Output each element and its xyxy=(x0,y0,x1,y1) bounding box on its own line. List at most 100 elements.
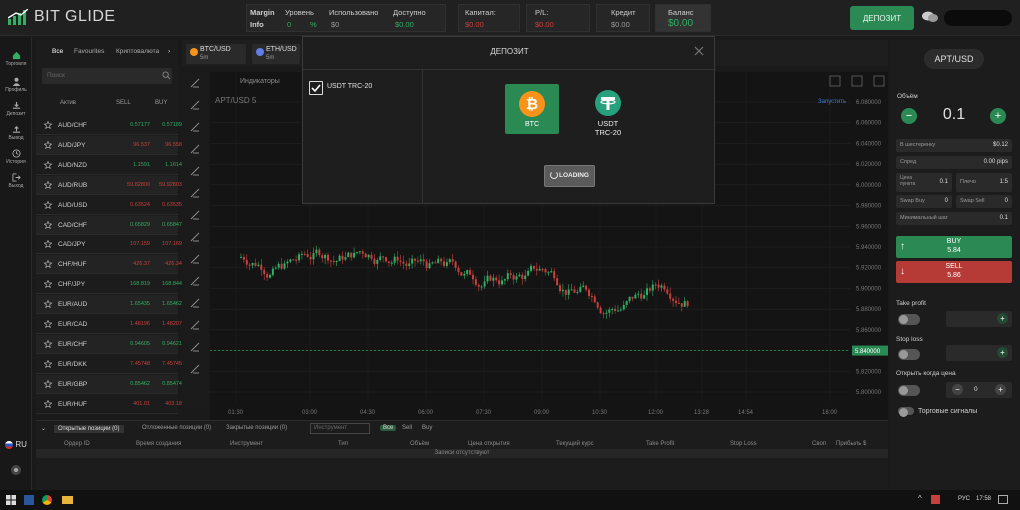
folder-app-icon[interactable] xyxy=(62,496,73,504)
payment-method-label[interactable]: USDT TRC-20 xyxy=(327,83,372,90)
back-arrow-icon[interactable] xyxy=(190,232,200,242)
watchlist-row[interactable]: EUR/CAD 1.48196 1.48207 xyxy=(36,315,182,334)
minus-icon[interactable]: − xyxy=(952,384,963,395)
star-icon[interactable] xyxy=(44,140,52,149)
nav-profile[interactable]: Профиль xyxy=(0,77,32,93)
plus-icon[interactable]: + xyxy=(997,313,1008,324)
tab-crypto[interactable]: Криптовалюта xyxy=(116,48,159,55)
search-icon[interactable] xyxy=(162,71,171,80)
word-app-icon[interactable] xyxy=(24,495,34,505)
tray-app-icon[interactable] xyxy=(931,495,940,504)
payment-method-checkbox[interactable] xyxy=(309,81,323,95)
stop-loss-toggle[interactable] xyxy=(898,349,920,360)
trade-signals-toggle[interactable] xyxy=(898,407,914,417)
star-icon[interactable] xyxy=(44,339,52,348)
star-icon[interactable] xyxy=(44,260,52,269)
star-icon[interactable] xyxy=(44,160,52,169)
star-icon[interactable] xyxy=(44,300,52,309)
watchlist-row[interactable]: AUD/JPY 96.537 96.558 xyxy=(36,135,182,155)
watchlist-row[interactable]: EUR/DKK 7.45748 7.45745 xyxy=(36,355,182,374)
watchlist-row[interactable]: CAD/JPY 107.159 107.169 xyxy=(36,235,182,255)
tab-closed-positions[interactable]: Закрытые позиции (0) xyxy=(226,425,287,431)
minus-button[interactable]: − xyxy=(901,108,917,124)
nav-deposit[interactable]: Депозит xyxy=(0,101,32,117)
star-icon[interactable] xyxy=(44,379,52,388)
watchlist-row[interactable]: CAD/CHF 0.65829 0.65847 xyxy=(36,215,182,235)
nav-withdraw[interactable]: Вывод xyxy=(0,125,32,141)
chart-tab-btcusd[interactable]: BTC/USD 5m xyxy=(186,44,246,64)
plus-icon[interactable]: + xyxy=(997,347,1008,358)
plus-icon[interactable]: + xyxy=(995,384,1006,395)
buy-button[interactable]: ↑ BUY 5.84 xyxy=(896,236,1012,258)
language-switch[interactable]: RU xyxy=(0,440,32,449)
watchlist-row[interactable]: AUD/NZD 1.1591 1.1614 xyxy=(36,156,182,175)
trendline-icon[interactable] xyxy=(190,100,200,110)
watchlist-row[interactable]: CHF/HUF 426.37 426.34 xyxy=(36,255,182,275)
watchlist-row[interactable]: EUR/HUF 401.01 403.18 xyxy=(36,395,182,414)
star-icon[interactable] xyxy=(44,180,52,189)
close-icon[interactable] xyxy=(693,45,705,57)
chat-icon[interactable] xyxy=(922,11,938,23)
watchlist-row[interactable]: EUR/GBP 0.85462 0.85474 xyxy=(36,374,182,394)
tray-chevron-icon[interactable]: ^ xyxy=(918,494,922,503)
tab-favourites[interactable]: Favourites xyxy=(74,48,104,55)
nav-logout[interactable]: Выход xyxy=(0,173,32,189)
pattern-icon[interactable] xyxy=(190,188,200,198)
btc-deposit-card[interactable]: ₿ BTC xyxy=(505,84,559,134)
star-icon[interactable] xyxy=(44,359,52,368)
chart-tab-ethusd[interactable]: ETH/USD 5m xyxy=(252,44,300,64)
star-icon[interactable] xyxy=(44,240,52,249)
filter-sell[interactable]: Sell xyxy=(402,425,412,431)
chevron-right-icon[interactable]: › xyxy=(168,48,170,55)
tab-pending-positions[interactable]: Отложенные позиции (0) xyxy=(142,425,211,431)
text-icon[interactable] xyxy=(190,166,200,176)
star-icon[interactable] xyxy=(44,121,52,129)
stop-loss-input[interactable]: + xyxy=(946,345,1012,361)
settings-toggle[interactable] xyxy=(0,464,32,477)
brush-icon[interactable] xyxy=(190,144,200,154)
watchlist-row[interactable]: CHF/JPY 168.819 168.844 xyxy=(36,275,182,295)
watchlist-row[interactable]: EUR/CHF 0.94605 0.94621 xyxy=(36,334,182,354)
nav-history[interactable]: История xyxy=(0,149,32,165)
filter-buy[interactable]: Buy xyxy=(422,425,432,431)
loading-button[interactable]: LOADING xyxy=(544,165,595,187)
indicators-button[interactable]: Индикаторы xyxy=(240,78,280,85)
realtime-button[interactable]: Запустить xyxy=(818,99,846,105)
take-profit-toggle[interactable] xyxy=(898,314,920,325)
chrome-app-icon[interactable] xyxy=(42,495,52,505)
tab-open-positions[interactable]: Открытые позиции (0) xyxy=(54,425,124,433)
lock-icon[interactable] xyxy=(190,320,200,330)
instrument-search-input[interactable]: Инструмент xyxy=(310,423,370,434)
trash-icon[interactable] xyxy=(190,364,200,374)
filter-all[interactable]: Все xyxy=(380,425,397,431)
volume-input[interactable]: 0.1 xyxy=(928,106,980,124)
watchlist-row[interactable]: AUD/USD 0.63524 0.63535 xyxy=(36,196,182,215)
star-icon[interactable] xyxy=(44,320,52,328)
magnet-icon[interactable] xyxy=(190,298,200,308)
nav-trading[interactable]: Торговля xyxy=(0,51,32,67)
sell-button[interactable]: ↓ SELL 5.86 xyxy=(896,261,1012,283)
watchlist-row[interactable]: EUR/AUD 1.65435 1.65462 xyxy=(36,295,182,315)
crosshair-icon[interactable] xyxy=(190,78,200,88)
star-icon[interactable] xyxy=(44,220,52,229)
eye-icon[interactable] xyxy=(190,342,200,352)
windows-start-icon[interactable] xyxy=(6,495,16,505)
fib-icon[interactable] xyxy=(190,122,200,132)
keyboard-language[interactable]: РУС xyxy=(958,496,970,502)
zoom-icon[interactable] xyxy=(190,276,200,286)
plus-button[interactable]: + xyxy=(990,108,1006,124)
deposit-button[interactable]: ДЕПОЗИТ xyxy=(850,6,914,30)
star-icon[interactable] xyxy=(44,280,52,289)
prediction-icon[interactable] xyxy=(190,210,200,220)
pair-selector[interactable]: APT/USD xyxy=(924,49,984,69)
usdt-deposit-card[interactable]: USDT TRC-20 xyxy=(577,84,639,140)
open-at-price-toggle[interactable] xyxy=(898,385,920,396)
watchlist-row[interactable]: AUD/RUB 59.82800 59.92803 xyxy=(36,175,182,195)
star-icon[interactable] xyxy=(44,200,52,209)
collapse-chevron-icon[interactable]: ⌄ xyxy=(41,425,46,432)
watchlist-row[interactable]: AUD/CHF 0.57177 0.57189 xyxy=(36,116,182,135)
tab-all[interactable]: Все xyxy=(52,48,63,55)
open-at-price-input[interactable]: − 0 + xyxy=(946,382,1012,398)
ruler-icon[interactable] xyxy=(190,254,200,264)
star-icon[interactable] xyxy=(44,399,52,408)
